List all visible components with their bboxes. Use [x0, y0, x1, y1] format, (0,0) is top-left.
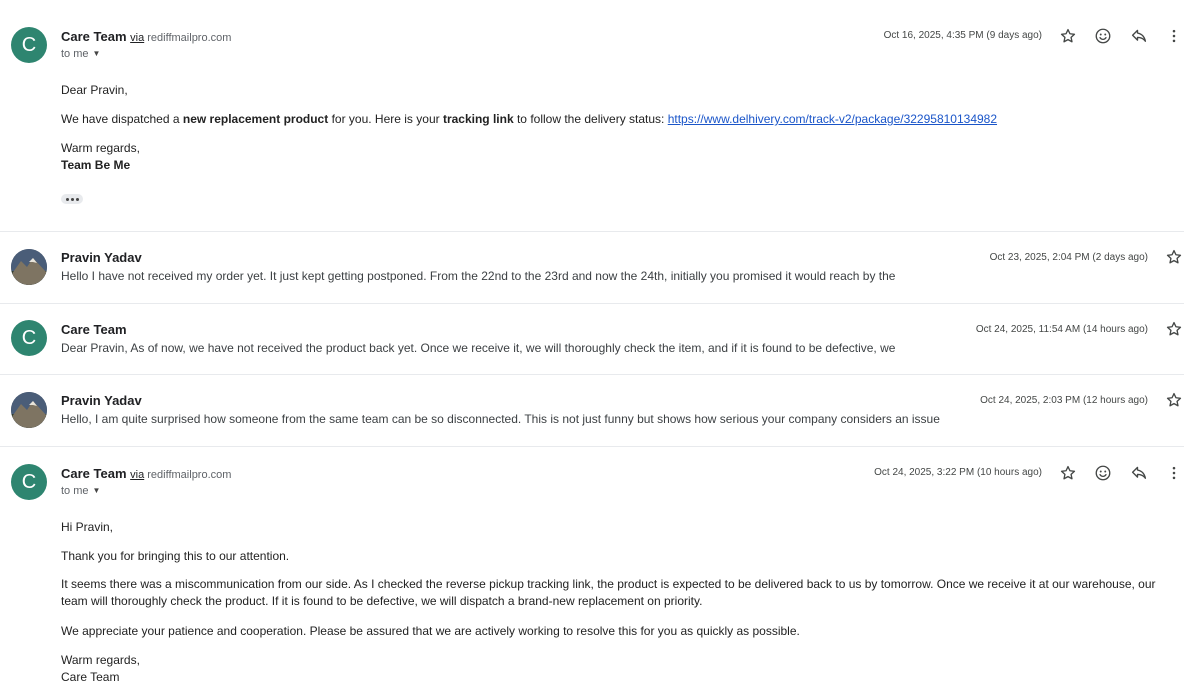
sender-name[interactable]: Pravin Yadav — [61, 250, 142, 265]
more-vert-icon[interactable] — [1162, 461, 1186, 485]
message-date: Oct 24, 2025, 3:22 PM (10 hours ago) — [874, 467, 1042, 478]
message-snippet[interactable]: Hello I have not received my order yet. … — [61, 269, 895, 283]
message-snippet[interactable]: Dear Pravin, As of now, we have not rece… — [61, 341, 895, 355]
sender-name[interactable]: Care Team — [61, 466, 127, 481]
message-snippet[interactable]: Hello, I am quite surprised how someone … — [61, 412, 940, 426]
message-collapsed[interactable]: C Care Team Dear Pravin, As of now, we h… — [0, 304, 1190, 375]
caret-down-icon[interactable]: ▼ — [93, 49, 101, 58]
sender-name[interactable]: Pravin Yadav — [61, 393, 142, 408]
message-date: Oct 24, 2025, 2:03 PM (12 hours ago) — [980, 395, 1148, 406]
sender-line: Care Team via rediffmailpro.com — [61, 29, 231, 44]
email-greeting: Hi Pravin, — [61, 520, 114, 534]
email-paragraph: We have dispatched a new replacement pro… — [61, 112, 998, 126]
message-date: Oct 23, 2025, 2:04 PM (2 days ago) — [989, 252, 1148, 263]
email-paragraph: It seems there was a miscommunication fr… — [61, 577, 1156, 608]
emoji-icon[interactable] — [1091, 461, 1115, 485]
email-paragraph: Thank you for bringing this to our atten… — [61, 549, 290, 563]
via-label: via rediffmailpro.com — [130, 32, 232, 44]
sender-line: Care Team via rediffmailpro.com — [61, 466, 231, 481]
sender-name[interactable]: Care Team — [61, 322, 127, 337]
message-expanded: C Care Team via rediffmailpro.com to me ▼… — [0, 447, 1190, 690]
caret-down-icon[interactable]: ▼ — [93, 486, 101, 495]
recipient-label: to me — [61, 485, 89, 497]
email-signature: Care Team — [61, 670, 120, 684]
recipient-label: to me — [61, 48, 89, 60]
reply-icon[interactable] — [1127, 461, 1151, 485]
star-icon[interactable] — [1162, 245, 1186, 269]
message-date: Oct 16, 2025, 4:35 PM (9 days ago) — [883, 30, 1042, 41]
avatar[interactable] — [11, 392, 47, 428]
email-closing: Warm regards, — [61, 653, 140, 667]
avatar[interactable]: C — [11, 464, 47, 500]
more-vert-icon[interactable] — [1162, 24, 1186, 48]
ellipsis-icon[interactable] — [61, 194, 83, 204]
star-icon[interactable] — [1162, 317, 1186, 341]
email-paragraph: We appreciate your patience and cooperat… — [61, 624, 800, 638]
message-expanded: C Care Team via rediffmailpro.com to me ▼… — [0, 0, 1190, 232]
message-date: Oct 24, 2025, 11:54 AM (14 hours ago) — [975, 324, 1148, 335]
tracking-link[interactable]: https://www.delhivery.com/track-v2/packa… — [668, 112, 997, 126]
email-signature: Team Be Me — [61, 158, 131, 172]
message-collapsed[interactable]: Pravin Yadav Hello I have not received m… — [0, 232, 1190, 303]
reply-icon[interactable] — [1127, 24, 1151, 48]
emoji-icon[interactable] — [1091, 24, 1115, 48]
avatar[interactable]: C — [11, 27, 47, 63]
email-greeting: Dear Pravin, — [61, 83, 128, 97]
recipient-toggle[interactable]: to me ▼ — [61, 485, 100, 497]
star-icon[interactable] — [1056, 24, 1080, 48]
avatar[interactable]: C — [11, 320, 47, 356]
star-icon[interactable] — [1056, 461, 1080, 485]
star-icon[interactable] — [1162, 388, 1186, 412]
message-collapsed[interactable]: Pravin Yadav Hello, I am quite surprised… — [0, 375, 1190, 446]
recipient-toggle[interactable]: to me ▼ — [61, 48, 100, 60]
email-closing: Warm regards, — [61, 141, 140, 155]
sender-name[interactable]: Care Team — [61, 29, 127, 44]
via-label: via rediffmailpro.com — [130, 469, 232, 481]
avatar[interactable] — [11, 249, 47, 285]
